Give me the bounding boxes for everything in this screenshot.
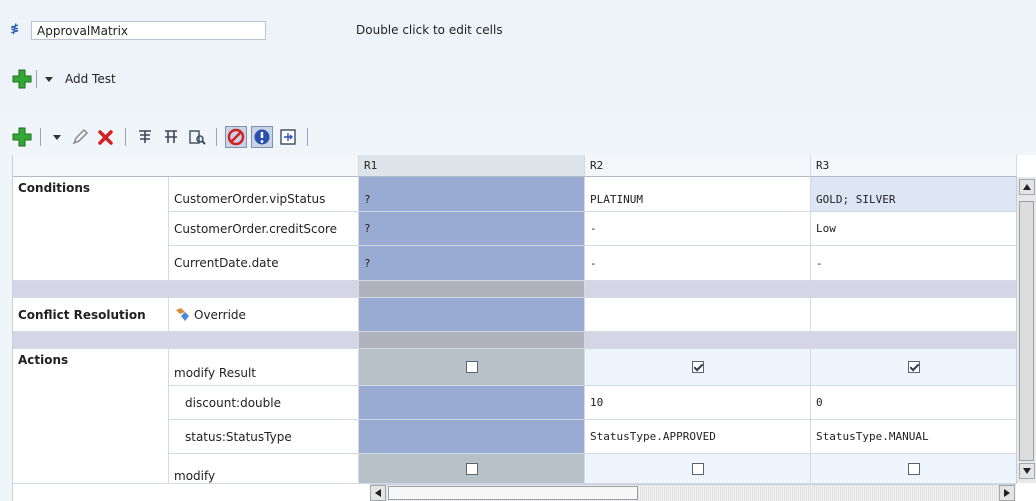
column-header-r2[interactable]: R2: [585, 155, 811, 177]
action-param-cell-r1[interactable]: [359, 386, 585, 420]
action-param-label[interactable]: discount:double: [169, 386, 359, 420]
conflict-cell-r2[interactable]: [585, 298, 811, 332]
action-param-row: status:StatusType StatusType.APPROVED St…: [13, 420, 1017, 454]
action-check-cell-r2[interactable]: [585, 454, 811, 484]
action-param-cell-r2[interactable]: StatusType.APPROVED: [585, 420, 811, 454]
separator-cell: [13, 332, 359, 349]
condition-label[interactable]: CustomerOrder.vipStatus: [169, 177, 359, 212]
decision-table-grid: R1 R2 R3 Conditions CustomerOrder.vipSta…: [12, 155, 1036, 501]
action-param-cell-r3[interactable]: StatusType.MANUAL: [811, 420, 1017, 454]
action-label[interactable]: modify Result: [169, 349, 359, 386]
override-label: Override: [194, 307, 246, 322]
action-param-row: discount:double 10 0: [13, 386, 1017, 420]
add-test-group: Add Test: [12, 68, 116, 90]
action-check-cell-r3[interactable]: [811, 454, 1017, 484]
separator-cell: [811, 281, 1017, 298]
conflict-override-cell[interactable]: Override: [169, 298, 359, 332]
condition-cell-r3[interactable]: Low: [811, 212, 1017, 246]
vertical-scroll-thumb[interactable]: [1019, 201, 1034, 461]
condition-cell-r2[interactable]: PLATINUM: [585, 177, 811, 212]
separator: [36, 70, 37, 88]
conflict-stop-icon[interactable]: [225, 126, 247, 148]
action-check-cell-r2[interactable]: [585, 349, 811, 386]
separator: [125, 128, 126, 146]
add-test-label[interactable]: Add Test: [65, 72, 116, 86]
checkbox[interactable]: [465, 462, 478, 475]
checkbox[interactable]: [465, 361, 478, 373]
separator: [307, 128, 308, 146]
separator-cell: [13, 281, 359, 298]
conflict-resolution-row: Conflict Resolution Override: [13, 298, 1017, 332]
scroll-down-arrow-icon[interactable]: [1019, 463, 1035, 479]
condition-cell-r2[interactable]: -: [585, 246, 811, 281]
scroll-right-arrow-icon[interactable]: [999, 485, 1015, 501]
action-param-label[interactable]: status:StatusType: [169, 420, 359, 454]
split-icon[interactable]: [134, 126, 156, 148]
condition-cell-r1[interactable]: ?: [359, 212, 585, 246]
action-check-cell-r1[interactable]: [359, 454, 585, 484]
column-header-r1[interactable]: R1: [359, 155, 585, 177]
action-check-cell-r1[interactable]: [359, 349, 585, 386]
dropdown-caret-icon[interactable]: [53, 134, 61, 140]
conflict-section-label: Conflict Resolution: [13, 298, 169, 332]
column-header-row: R1 R2 R3: [13, 155, 1017, 177]
info-icon[interactable]: [251, 126, 273, 148]
dropdown-caret-icon[interactable]: [45, 76, 53, 82]
vertical-scrollbar[interactable]: [1016, 177, 1036, 483]
edit-pencil-icon[interactable]: [69, 126, 91, 148]
edit-hint-text: Double click to edit cells: [356, 23, 503, 37]
table-toolbar: [12, 124, 312, 150]
checkbox[interactable]: [691, 462, 704, 475]
action-row: modify Result: [13, 349, 1017, 386]
condition-cell-r1[interactable]: ?: [359, 177, 585, 212]
horizontal-scroll-thumb[interactable]: [388, 486, 638, 500]
section-separator-row: [13, 281, 1017, 298]
condition-cell-r3[interactable]: GOLD; SILVER: [811, 177, 1017, 212]
conflict-cell-r3[interactable]: [811, 298, 1017, 332]
action-param-cell-r1[interactable]: [359, 420, 585, 454]
condition-label[interactable]: CurrentDate.date: [169, 246, 359, 281]
condition-row: CurrentDate.date ? - -: [13, 246, 1017, 281]
action-param-cell-r2[interactable]: 10: [585, 386, 811, 420]
validate-icon[interactable]: [186, 126, 208, 148]
override-icon: [176, 307, 189, 321]
compact-icon[interactable]: [277, 126, 299, 148]
separator-cell: [585, 281, 811, 298]
section-separator-row: [13, 332, 1017, 349]
separator: [40, 128, 41, 146]
checkbox[interactable]: [907, 462, 920, 475]
condition-cell-r1[interactable]: ?: [359, 246, 585, 281]
conflict-cell-r1[interactable]: [359, 298, 585, 332]
delete-x-icon[interactable]: [95, 126, 117, 148]
action-row: modify: [13, 454, 1017, 484]
condition-label[interactable]: CustomerOrder.creditScore: [169, 212, 359, 246]
merge-icon[interactable]: [160, 126, 182, 148]
horizontal-scrollbar[interactable]: [370, 484, 1016, 501]
separator-cell: [359, 281, 585, 298]
separator-cell: [811, 332, 1017, 349]
add-rule-icon[interactable]: [12, 127, 32, 147]
checkbox[interactable]: [907, 361, 920, 373]
collapse-chevron-icon[interactable]: ≸: [10, 22, 22, 36]
decision-table-name-input[interactable]: [31, 21, 266, 40]
scroll-up-arrow-icon[interactable]: [1019, 179, 1035, 195]
column-header-r3[interactable]: R3: [811, 155, 1017, 177]
condition-row: CustomerOrder.vipStatus ? PLATINUM GOLD;…: [13, 177, 1017, 212]
separator-cell: [585, 332, 811, 349]
add-icon[interactable]: [12, 69, 32, 89]
condition-cell-r2[interactable]: -: [585, 212, 811, 246]
corner-header-cell: [13, 155, 359, 177]
condition-cell-r3[interactable]: -: [811, 246, 1017, 281]
separator-cell: [359, 332, 585, 349]
separator: [216, 128, 217, 146]
condition-row: CustomerOrder.creditScore ? - Low: [13, 212, 1017, 246]
action-check-cell-r3[interactable]: [811, 349, 1017, 386]
header-panel: ≸ Double click to edit cells Add Test: [0, 0, 1036, 148]
scroll-left-arrow-icon[interactable]: [370, 485, 386, 501]
checkbox[interactable]: [691, 361, 704, 373]
action-label[interactable]: modify: [169, 454, 359, 484]
action-param-cell-r3[interactable]: 0: [811, 386, 1017, 420]
